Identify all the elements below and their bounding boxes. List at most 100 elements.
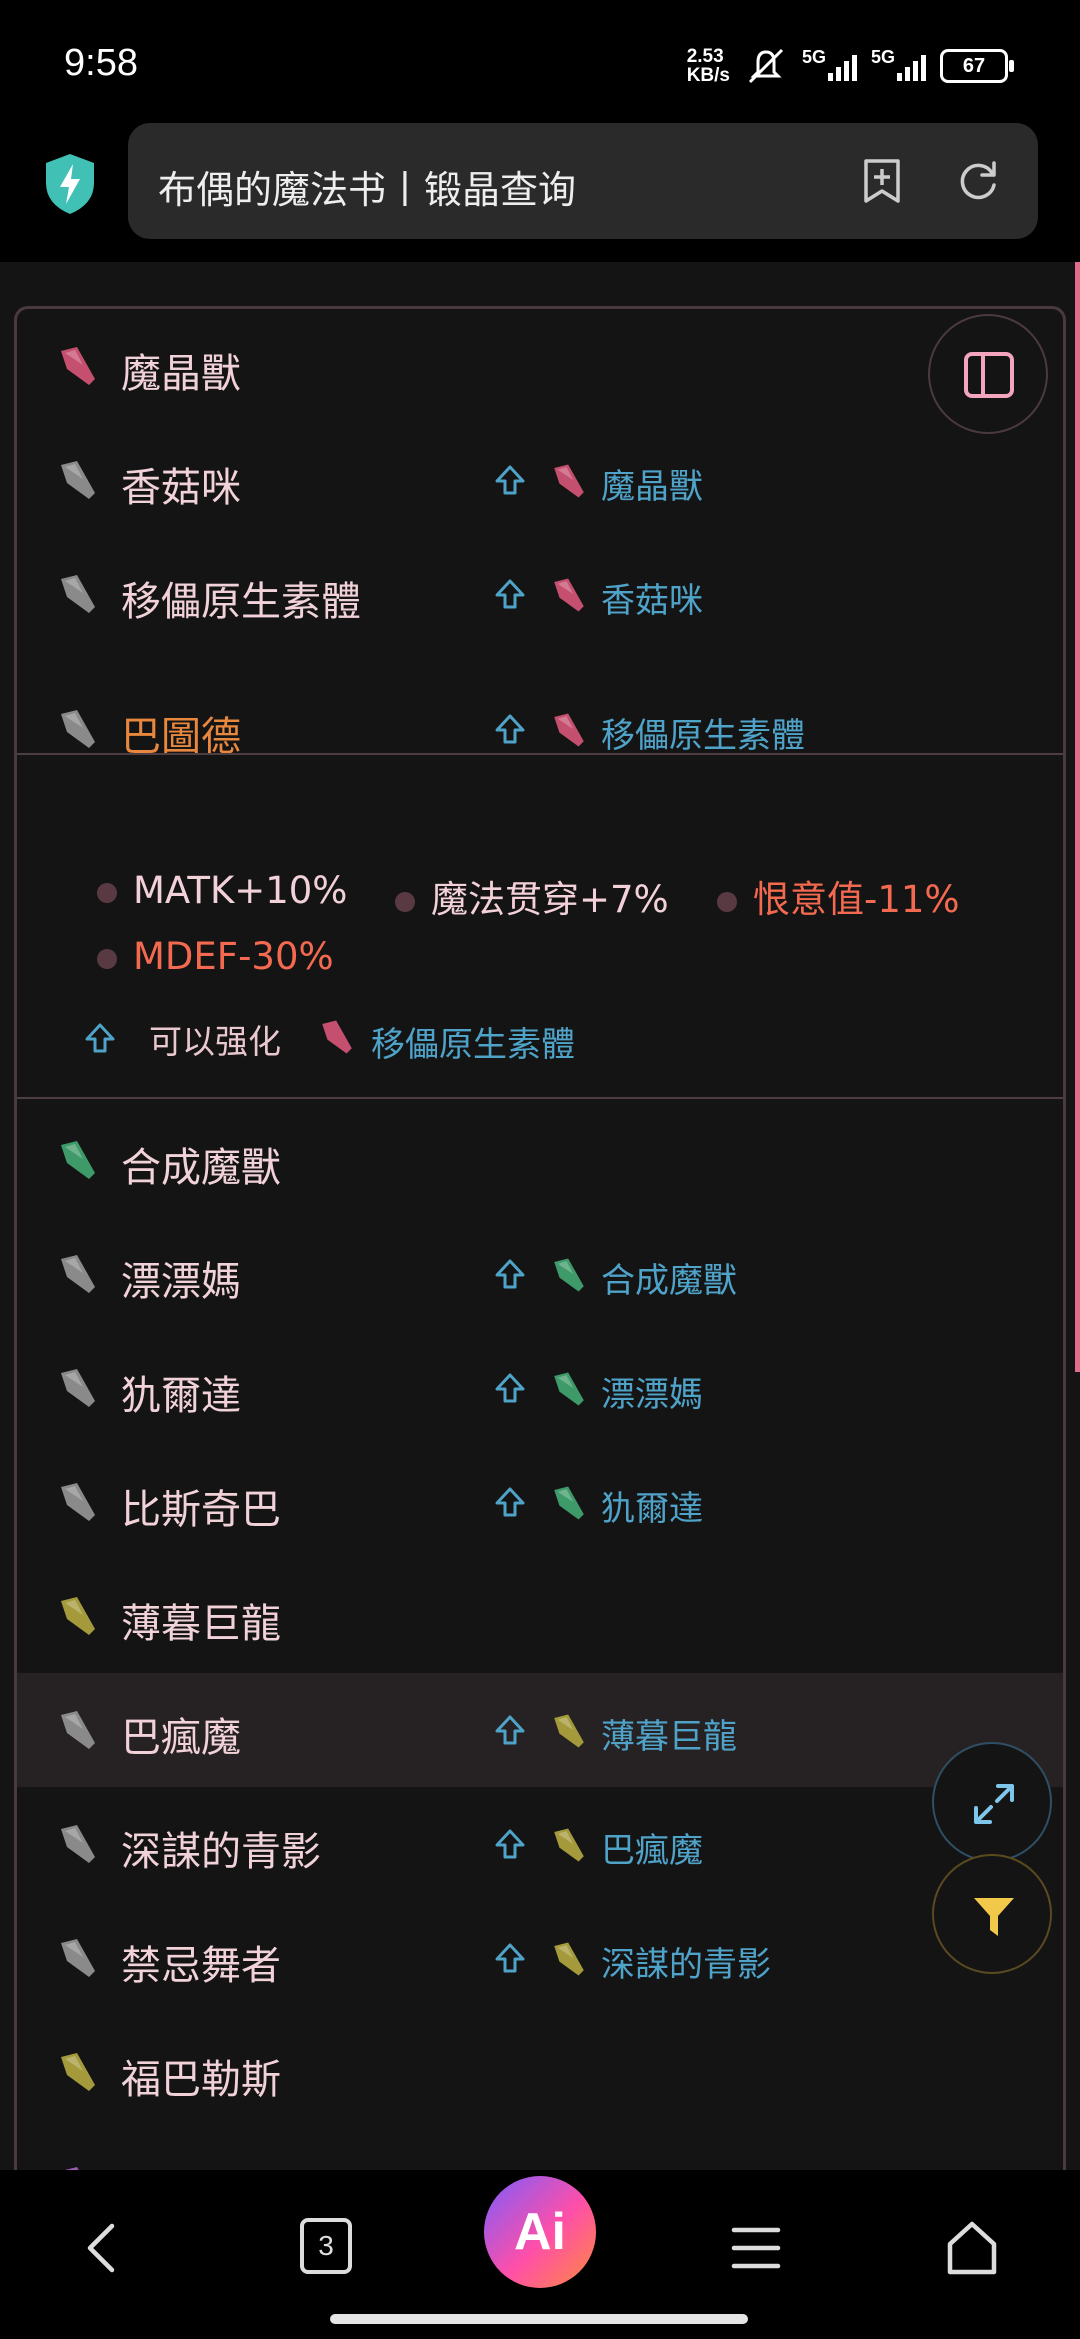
add-bookmark-icon[interactable] [856,155,908,207]
upgrade-source-link[interactable]: 合成魔獸 [601,1253,737,1302]
filter-button[interactable] [932,1854,1052,1974]
stat-magic-pierce: 魔法贯穿+7% [395,869,669,923]
upgrade-arrow-icon [495,465,525,495]
signal-sim2-icon: 5G [871,47,926,81]
upgrade-source-link[interactable]: 巴瘋魔 [601,1823,703,1872]
crystal-icon [554,1828,584,1862]
upgrade-source-link[interactable]: 魔晶獸 [601,459,703,508]
enhance-target-link[interactable]: 移儡原生素體 [371,1017,575,1066]
shield-icon[interactable] [42,152,98,216]
refresh-icon[interactable] [952,155,1004,207]
list-item[interactable]: 福巴勒斯 [17,2015,1063,2129]
upgrade-arrow-icon [495,1943,525,1973]
item-name: 犰爾達 [121,1373,241,1419]
list-item[interactable]: 魔晶獸 [17,309,1063,423]
crystal-icon [61,1483,95,1521]
crystal-icon [61,2053,95,2091]
ai-label: Ai [514,2203,566,2261]
menu-icon[interactable] [726,2218,786,2278]
status-time: 9:58 [64,42,138,84]
upgrade-source-link[interactable]: 移儡原生素體 [601,708,805,757]
list-item[interactable]: 香菇咪 魔晶獸 [17,423,1063,537]
crystal-icon [61,710,95,748]
item-name: 比斯奇巴 [121,1487,281,1533]
crystal-icon [65,2167,79,2170]
crystal-icon [554,1942,584,1976]
crystal-icon [61,1711,95,1749]
list-item[interactable]: 巴瘋魔 薄暮巨龍 [17,1673,1063,1787]
stat-text: 魔法贯穿+7% [431,878,669,921]
upgrade-arrow-icon [495,1259,525,1289]
item-name: 福巴勒斯 [121,2057,281,2103]
group-divider [17,1097,1063,1099]
page-content: MATK+10% 魔法贯穿+7% 恨意值-11% MDEF-30% 可以强化 移… [0,262,1080,2170]
upgrade-source-link[interactable]: 薄暮巨龍 [601,1709,737,1758]
item-name: 深謀的青影 [121,1829,321,1875]
crystal-icon [61,1141,95,1179]
item-name: 漂漂媽 [121,1259,241,1305]
crystal-icon [61,461,95,499]
list-item[interactable]: 比斯奇巴 犰爾達 [17,1445,1063,1559]
home-indicator[interactable] [330,2314,748,2324]
stat-matk: MATK+10% [97,869,347,912]
signal-sim1-label: 5G [802,47,827,67]
upgrade-arrow-icon [495,1487,525,1517]
list-item[interactable]: 巴圖德 移儡原生素體 [17,654,1063,768]
filter-icon [974,1898,1014,1936]
crystal-icon [61,575,95,613]
sidebar-icon [964,352,1014,398]
signal-sim1-icon: 5G [802,47,857,81]
upgrade-source-link[interactable]: 香菇咪 [601,573,703,622]
item-name: 移儡原生素體 [121,579,361,625]
crystal-icon [322,1020,352,1054]
tabs-button[interactable]: 3 [300,2218,352,2274]
upgrade-source-link[interactable]: 漂漂媽 [601,1367,703,1416]
stat-text: MATK+10% [133,869,348,912]
battery-icon: 67 [940,49,1014,83]
list-item[interactable]: 合成魔獸 [17,1103,1063,1217]
stat-text: MDEF-30% [133,935,334,978]
crystal-icon [61,1825,95,1863]
list-item[interactable]: 犰爾達 漂漂媽 [17,1331,1063,1445]
signal-sim2-label: 5G [871,47,896,67]
item-name: 香菇咪 [121,465,241,511]
item-name: 魔晶獸 [121,351,241,397]
crystal-icon [554,713,584,747]
list-item[interactable]: 移儡原生素體 香菇咪 [17,537,1063,651]
ai-assistant-button[interactable]: Ai [484,2176,596,2288]
crystal-icon [554,1486,584,1520]
navigation-bar: 3 Ai [0,2170,1080,2339]
network-speed-unit: KB/s [686,65,730,86]
crystal-list: MATK+10% 魔法贯穿+7% 恨意值-11% MDEF-30% 可以强化 移… [14,306,1066,2170]
crystal-icon [554,1258,584,1292]
crystal-icon [554,1372,584,1406]
home-icon[interactable] [942,2218,1002,2278]
crystal-icon [554,464,584,498]
upgrade-source-link[interactable]: 犰爾達 [601,1481,703,1530]
address-bar[interactable]: 布偶的魔法书丨锻晶查询 [128,123,1038,239]
list-item[interactable]: 禁忌舞者 深謀的青影 [17,1901,1063,2015]
upgrade-arrow-icon [495,1829,525,1859]
crystal-icon [554,1714,584,1748]
list-item[interactable]: 魔晶吃了 [17,2129,1063,2170]
item-name: 巴瘋魔 [121,1715,241,1761]
back-icon[interactable] [74,2218,134,2278]
toggle-sidebar-button[interactable] [928,314,1048,434]
list-item[interactable]: 薄暮巨龍 [17,1559,1063,1673]
item-name: 薄暮巨龍 [121,1601,281,1647]
status-bar: 9:58 2.53 KB/s 5G 5G 67 [0,0,1080,120]
upgrade-source-link[interactable]: 深謀的青影 [601,1937,771,1986]
stat-text: 恨意值-11% [753,878,960,921]
upgrade-arrow-icon [495,1373,525,1403]
scroll-indicator[interactable] [1075,262,1080,1372]
crystal-icon [61,347,95,385]
crystal-icon [554,578,584,612]
page-title[interactable]: 布偶的魔法书丨锻晶查询 [158,159,576,214]
item-name: 魔晶吃了 [121,2161,281,2170]
enhance-label: 可以强化 [149,1022,281,1061]
list-item[interactable]: 深謀的青影 巴瘋魔 [17,1787,1063,1901]
list-item[interactable]: 漂漂媽 合成魔獸 [17,1217,1063,1331]
status-icons: 2.53 KB/s 5G 5G 67 [686,46,1014,86]
crystal-icon [61,1597,95,1635]
expand-button[interactable] [932,1742,1052,1862]
